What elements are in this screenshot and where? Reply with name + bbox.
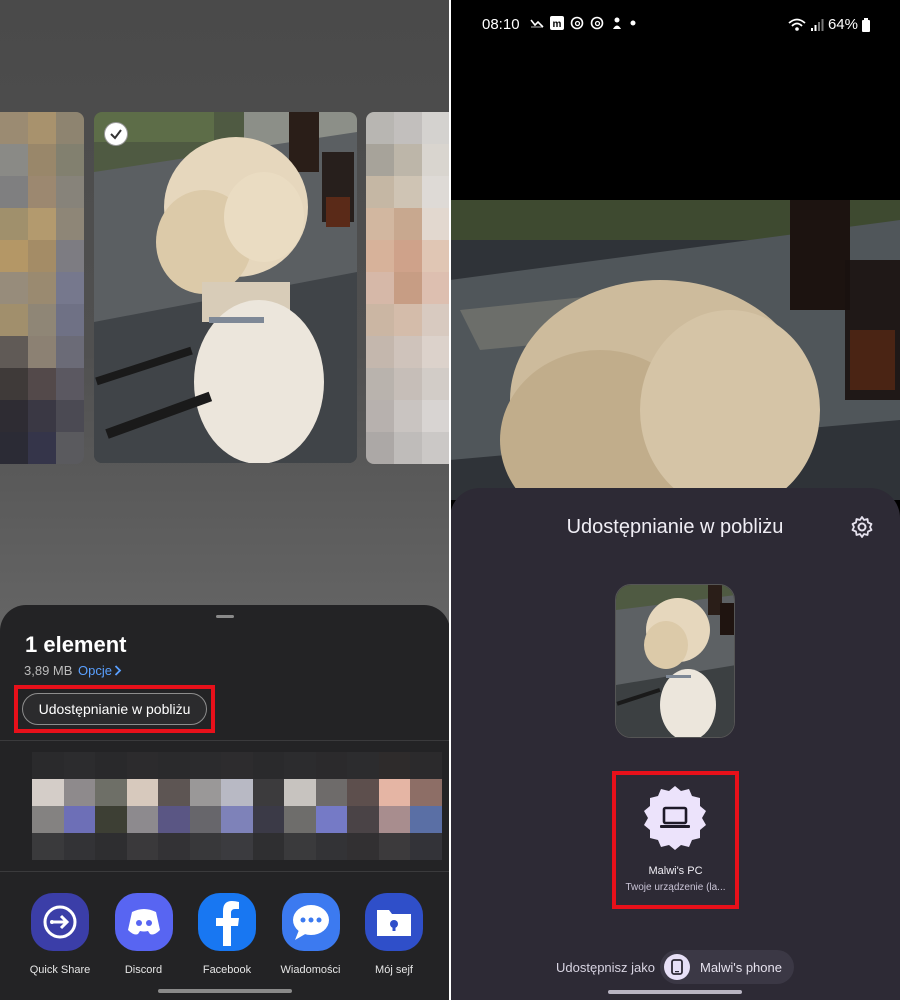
- threads-icon: [570, 16, 584, 30]
- pixelated-thumbnail-left[interactable]: [0, 112, 84, 464]
- status-notification-icons: m: [530, 16, 636, 30]
- highlight-box-device: [612, 771, 739, 909]
- shared-photo-preview: [615, 584, 735, 738]
- app-label: Wiadomości: [280, 964, 341, 976]
- app-discord[interactable]: Discord: [104, 893, 184, 983]
- app-label: Mój sejf: [375, 964, 413, 976]
- threads-icon-2: [590, 16, 604, 30]
- nearby-share-panel: [450, 488, 900, 1000]
- share-apps-row: Quick Share Discord Facebook Wiadomości: [0, 893, 450, 983]
- quick-share-icon: [31, 893, 89, 951]
- status-system-icons: 64%: [788, 16, 870, 33]
- share-as-label: Udostępnisz jako: [556, 960, 655, 975]
- sheet-divider-top: [0, 740, 450, 741]
- selected-photo-dog[interactable]: [94, 112, 357, 463]
- panel-title: Udostępnianie w pobliżu: [566, 516, 784, 538]
- sheet-divider-bottom: [0, 871, 450, 872]
- facebook-icon: [198, 893, 256, 951]
- settings-gear-icon[interactable]: [850, 515, 874, 539]
- app-facebook[interactable]: Facebook: [187, 893, 267, 983]
- app-secure-folder[interactable]: Mój sejf: [354, 893, 434, 983]
- nearby-share-screen: 08:10 m 64% Udostępnianie w pobliżu Malw…: [450, 0, 900, 1000]
- gesture-navigation-bar[interactable]: [608, 990, 742, 994]
- share-sheet-screen: 1 element 3,89 MB Opcje Udostępnianie w …: [0, 0, 450, 1000]
- battery-icon: [862, 17, 870, 32]
- pixelated-contacts-row[interactable]: [32, 752, 442, 860]
- sheet-drag-handle[interactable]: [216, 615, 234, 618]
- svg-text:m: m: [553, 19, 562, 30]
- highlight-box-nearby-share: [14, 685, 215, 733]
- messages-icon: [281, 893, 340, 951]
- app-label: Facebook: [202, 964, 252, 976]
- screenshot-root: 1 element 3,89 MB Opcje Udostępnianie w …: [0, 0, 900, 1000]
- dog-photo-image: [94, 112, 357, 463]
- signal-icon: [810, 18, 824, 31]
- discord-icon: [114, 893, 173, 951]
- selection-size: 3,89 MB: [24, 663, 73, 678]
- dog-photo-background: [450, 200, 900, 500]
- app-notification-icon: [613, 17, 621, 29]
- app-label: Quick Share: [29, 964, 91, 976]
- gesture-navigation-bar[interactable]: [158, 989, 292, 993]
- battery-percent: 64%: [827, 16, 858, 33]
- app-label: Discord: [124, 964, 163, 976]
- phone-icon: [664, 954, 690, 980]
- share-as-device-chip[interactable]: Malwi's phone: [660, 950, 794, 984]
- more-notifications-dot-icon: [630, 20, 636, 26]
- options-link-label: Opcje: [78, 663, 112, 678]
- missed-call-icon: [530, 19, 544, 28]
- share-as-device-name: Malwi's phone: [700, 959, 782, 975]
- secure-folder-icon: [365, 893, 423, 951]
- wifi-icon: [788, 18, 806, 31]
- selected-check-icon[interactable]: [104, 122, 128, 146]
- pixelated-thumbnail-right[interactable]: [366, 112, 450, 464]
- m-app-icon: m: [550, 16, 564, 30]
- panel-separator: [449, 0, 451, 1000]
- chevron-right-icon: [114, 665, 122, 676]
- options-link[interactable]: Opcje: [78, 663, 122, 678]
- background-photo-preview: [450, 200, 900, 500]
- status-time: 08:10: [482, 16, 520, 33]
- dog-photo-thumbnail: [616, 585, 734, 737]
- app-quick-share[interactable]: Quick Share: [20, 893, 100, 983]
- selection-count-title: 1 element: [25, 632, 127, 657]
- app-messages[interactable]: Wiadomości: [271, 893, 351, 983]
